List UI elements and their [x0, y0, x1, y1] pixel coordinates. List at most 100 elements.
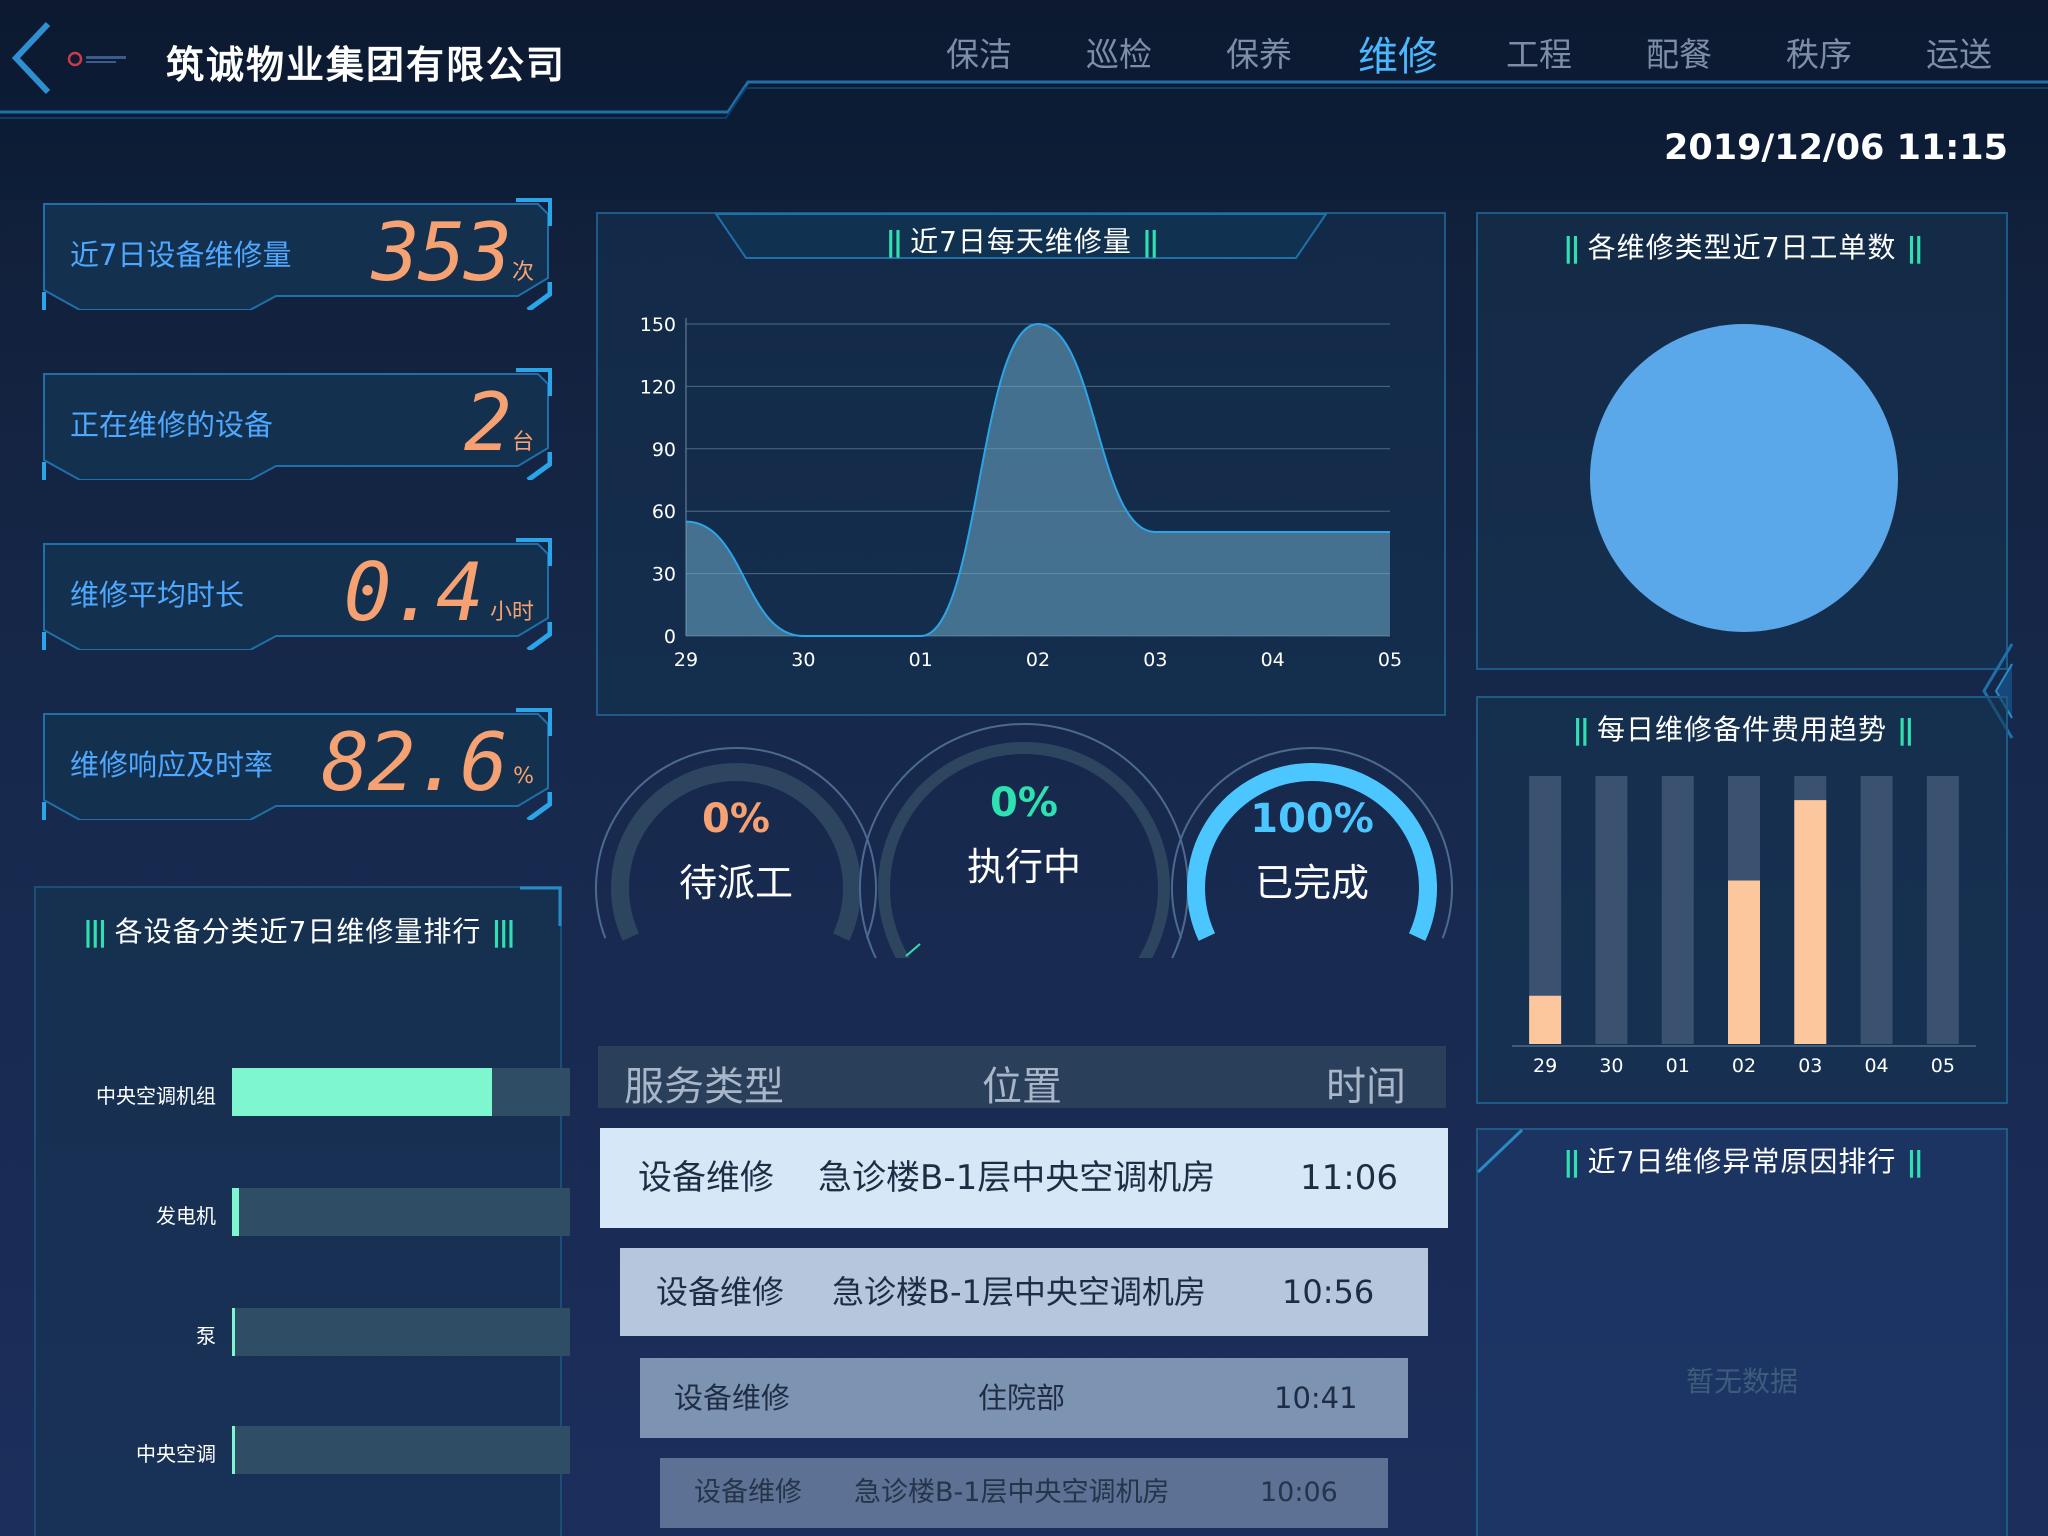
cost-bar-track: [1860, 776, 1893, 1044]
table-cell-location: 住院部: [978, 1381, 1066, 1415]
stat-card-2: 维修平均时长 0.4 小时: [40, 538, 552, 650]
stat-card-0: 近7日设备维修量 353 次: [40, 198, 552, 310]
anomaly-panel: || 近7日维修异常原因排行 || 暂无数据: [1476, 1128, 2008, 1536]
company-logo: [67, 51, 126, 67]
ranking-item-label: 泵: [196, 1324, 216, 1348]
daily-chart-plot: 0 30 60 90 120 150 29 30 01 02 03 04 05: [640, 314, 1402, 671]
nav-tab-6[interactable]: 秩序: [1786, 28, 1852, 84]
daily-ytick-label: 30: [652, 564, 676, 586]
header-frame: [0, 80, 2048, 119]
anomaly-title: || 近7日维修异常原因排行 ||: [1563, 1145, 1924, 1178]
th-time: 时间: [1326, 1064, 1406, 1110]
header: 筑诚物业集团有限公司 保洁 巡检 保养 维修 工程 配餐 秩序 运送 2019/12/06 1…: [0, 0, 2048, 200]
table-cell-location: 急诊楼B-1层中央空调机房: [818, 1158, 1216, 1198]
ranking-bar-fill: [232, 1188, 239, 1236]
ranking-row: 发电机: [36, 1188, 570, 1236]
ranking-row: 泵: [36, 1308, 570, 1356]
back-arrow-icon[interactable]: [6, 18, 66, 98]
ranking-item-label: 中央空调: [136, 1442, 216, 1466]
table-cell-type: 设备维修: [638, 1158, 774, 1198]
cost-xtick-label: 02: [1732, 1055, 1756, 1077]
nav-tab-2[interactable]: 保养: [1226, 28, 1292, 84]
th-location: 位置: [982, 1064, 1062, 1110]
table-row[interactable]: 设备维修 急诊楼B-1层中央空调机房 10:06: [660, 1458, 1388, 1528]
stat-value: 82.6: [321, 716, 508, 809]
ranking-bar-fill: [232, 1426, 235, 1474]
pie-slice: [1590, 324, 1898, 632]
table-cell-location: 急诊楼B-1层中央空调机房: [832, 1273, 1206, 1311]
daily-xtick-label: 04: [1261, 649, 1285, 671]
table-cell-time: 10:56: [1282, 1273, 1375, 1311]
company-name: 筑诚物业集团有限公司: [166, 43, 567, 87]
stat-label: 近7日设备维修量: [70, 238, 292, 272]
stat-unit: %: [513, 764, 534, 789]
cost-bar: [1529, 995, 1562, 1044]
stat-card-3: 维修响应及时率 82.6%: [40, 708, 552, 820]
cost-xtick-label: 05: [1931, 1055, 1955, 1077]
cost-bar-track: [1661, 776, 1694, 1044]
daily-xtick-label: 02: [1026, 649, 1050, 671]
daily-ytick-label: 150: [640, 314, 676, 336]
table-row[interactable]: 设备维修 急诊楼B-1层中央空调机房 11:06: [600, 1128, 1448, 1228]
daily-xtick-label: 05: [1378, 649, 1402, 671]
nav-tab-7[interactable]: 运送: [1926, 28, 1992, 84]
cost-bar: [1794, 800, 1827, 1044]
datetime: 2019/12/06 11:15: [1664, 128, 2008, 168]
daily-area-fill: [686, 324, 1390, 636]
cost-xtick-label: 30: [1599, 1055, 1623, 1077]
ranking-bar-track: [232, 1308, 570, 1356]
daily-ytick-label: 120: [640, 376, 676, 398]
daily-xtick-label: 30: [791, 649, 815, 671]
ranking-bar-fill: [232, 1068, 493, 1116]
daily-xtick-label: 29: [674, 649, 698, 671]
daily-xtick-label: 03: [1143, 649, 1167, 671]
nav-tab-4[interactable]: 工程: [1506, 28, 1572, 84]
daily-ytick-label: 90: [652, 439, 676, 461]
stat-label: 维修平均时长: [70, 578, 245, 612]
cost-chart-panel: || 每日维修备件费用趋势 || 29 30 01 02 03 04 05: [1476, 696, 2008, 1104]
table-row[interactable]: 设备维修 住院部 10:41: [640, 1358, 1408, 1438]
daily-ytick-label: 0: [664, 626, 676, 648]
stat-label: 正在维修的设备: [70, 408, 274, 442]
anomaly-empty-text: 暂无数据: [1685, 1365, 1798, 1398]
table-header: 服务类型 位置 时间: [598, 1046, 1446, 1110]
ranking-item-label: 发电机: [156, 1204, 216, 1228]
cost-xtick-label: 03: [1798, 1055, 1822, 1077]
ranking-row: 中央空调: [36, 1426, 570, 1474]
nav-tab-3[interactable]: 维修: [1358, 24, 1438, 80]
cost-bar-track: [1926, 776, 1959, 1044]
table-cell-type: 设备维修: [656, 1273, 785, 1311]
table-cell-type: 设备维修: [674, 1381, 791, 1415]
daily-xtick-label: 01: [909, 649, 933, 671]
ranking-panel: ||| 各设备分类近7日维修量排行 ||| 中央空调机组发电机泵中央空调: [34, 886, 570, 1536]
gauge-percent: 100%: [1250, 796, 1374, 842]
cost-xtick-label: 04: [1864, 1055, 1888, 1077]
ranking-bar-track: [232, 1426, 570, 1474]
stat-card-1: 正在维修的设备 2 台: [40, 368, 552, 480]
gauge-2: 100% 已完成: [1142, 718, 1482, 958]
cost-bar-track: [1595, 776, 1628, 1044]
gauge-label: 已完成: [1254, 861, 1369, 905]
cost-bar: [1728, 880, 1760, 1044]
ranking-title: ||| 各设备分类近7日维修量排行 |||: [82, 915, 516, 948]
table-cell-time: 10:06: [1260, 1477, 1338, 1508]
ranking-bar-track: [232, 1068, 570, 1116]
stat-value: 0.4: [343, 546, 484, 639]
daily-chart-panel: || 近7日每天维修量 || 0 30 60 90 120 150 29 30 01 02 03 04 05: [596, 212, 1446, 716]
pie-chart: [1590, 324, 1898, 632]
nav-tab-0[interactable]: 保洁: [946, 28, 1012, 84]
table-row[interactable]: 设备维修 急诊楼B-1层中央空调机房 10:56: [620, 1248, 1428, 1336]
table-cell-time: 11:06: [1300, 1158, 1398, 1198]
cost-xtick-label: 01: [1666, 1055, 1690, 1077]
stat-unit: 次: [511, 260, 534, 285]
stat-unit: 台: [511, 430, 534, 455]
cost-chart-plot: 29 30 01 02 03 04 05: [1512, 776, 1976, 1077]
stat-value: 353: [371, 206, 512, 299]
nav-tab-5[interactable]: 配餐: [1646, 28, 1712, 84]
stat-value: 2: [463, 376, 512, 469]
ranking-bar-fill: [232, 1308, 236, 1356]
nav-tab-1[interactable]: 巡检: [1086, 28, 1152, 84]
table-cell-type: 设备维修: [694, 1477, 802, 1508]
table-cell-time: 10:41: [1274, 1381, 1358, 1415]
ranking-row: 中央空调机组: [36, 1068, 570, 1116]
